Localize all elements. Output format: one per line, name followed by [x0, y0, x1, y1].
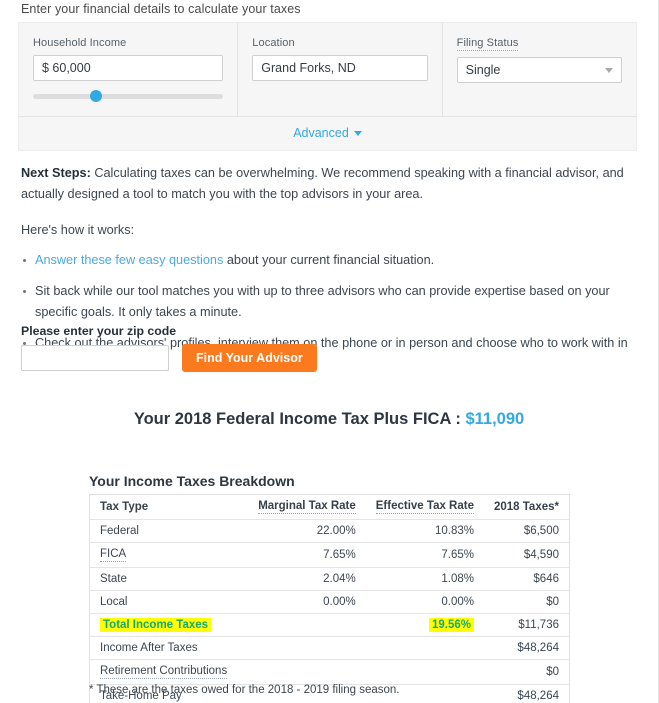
- cell-tax-type: Income After Taxes: [89, 636, 249, 660]
- page-intro-text: Enter your financial details to calculat…: [21, 2, 301, 16]
- cell-taxes: $0: [483, 659, 570, 685]
- list-item: Sit back while our tool matches you with…: [21, 281, 633, 323]
- cell-taxes: $48,264: [517, 690, 559, 702]
- filing-status-value: Single: [465, 63, 501, 77]
- income-taxes-breakdown-table: Tax Type Marginal Tax Rate Effective Tax…: [89, 494, 570, 703]
- next-steps-label: Next Steps:: [21, 166, 91, 180]
- step-text: about your current financial situation.: [223, 253, 435, 267]
- table-row: Income After Taxes $48,264: [89, 636, 570, 660]
- cell-marginal: 0.00%: [248, 590, 366, 614]
- cell-marginal: [248, 636, 366, 660]
- chevron-down-icon: [605, 68, 613, 73]
- cell-tax-type: Total Income Taxes: [89, 613, 249, 637]
- cell-effective: 7.65%: [365, 542, 484, 568]
- table-row: State 2.04% 1.08% $646: [89, 567, 570, 591]
- cell-taxes: $0: [483, 590, 570, 614]
- calculator-panel: Household Income $ 60,000 Location Grand…: [18, 22, 637, 151]
- effective-rate-highlight: 19.56%: [428, 618, 474, 632]
- table-footnote: * These are the taxes owed for the 2018 …: [89, 684, 400, 696]
- location-label: Location: [252, 37, 295, 49]
- table-head: Tax Type Marginal Tax Rate Effective Tax…: [89, 494, 570, 520]
- col-header-tax-type: Tax Type: [89, 494, 249, 520]
- total-income-taxes-highlight: Total Income Taxes: [100, 618, 212, 632]
- slider-thumb[interactable]: [89, 90, 102, 102]
- cell-tax-type: State: [89, 567, 249, 591]
- headline-amount: $11,090: [465, 410, 525, 428]
- cell-marginal: [248, 659, 366, 685]
- cell-effective: [365, 659, 484, 685]
- cell-tax-type: Retirement Contributions: [89, 659, 249, 685]
- cell-tax-type: FICA: [89, 542, 249, 568]
- cell-effective: 19.56%: [365, 613, 484, 637]
- find-your-advisor-button[interactable]: Find Your Advisor: [182, 344, 317, 372]
- cell-effective: [365, 636, 484, 660]
- cell-taxes: $11,736: [483, 613, 570, 637]
- table-row: FICA 7.65% 7.65% $4,590: [89, 542, 570, 568]
- cell-marginal: 22.00%: [248, 519, 366, 543]
- cell-marginal: 7.65%: [248, 542, 366, 568]
- cell-taxes: $646: [483, 567, 570, 591]
- table-row: Retirement Contributions $0: [89, 659, 570, 685]
- cell-tax-type: Local: [89, 590, 249, 614]
- location-field-group: Location Grand Forks, ND: [238, 23, 443, 116]
- slider-track[interactable]: [33, 94, 224, 99]
- easy-questions-link[interactable]: Answer these few easy questions: [35, 253, 223, 267]
- col-header-effective-rate-text: Effective Tax Rate: [375, 500, 474, 514]
- col-header-marginal-rate-text: Marginal Tax Rate: [258, 500, 356, 514]
- cell-effective: 10.83%: [365, 519, 484, 543]
- table-body: Federal 22.00% 10.83% $6,500 FICA 7.65% …: [89, 519, 570, 703]
- next-steps-paragraph: Next Steps: Calculating taxes can be ove…: [21, 163, 633, 205]
- next-steps-body: Calculating taxes can be overwhelming. W…: [21, 166, 624, 201]
- cell-marginal: 2.04%: [248, 567, 366, 591]
- col-header-effective-rate: Effective Tax Rate: [365, 494, 484, 520]
- table-row: Federal 22.00% 10.83% $6,500: [89, 519, 570, 543]
- page-title: Your 2018 Federal Income Tax Plus FICA :…: [0, 410, 658, 429]
- cell-effective: 0.00%: [365, 590, 484, 614]
- headline-text: Your 2018 Federal Income Tax Plus FICA :: [133, 410, 466, 428]
- table-row-total: Total Income Taxes 19.56% $11,736: [89, 613, 570, 637]
- household-income-slider[interactable]: [33, 90, 224, 102]
- filing-status-label: Filing Status: [456, 37, 519, 51]
- household-income-input[interactable]: $ 60,000: [33, 55, 224, 81]
- cell-taxes: $6,500: [483, 519, 570, 543]
- zip-code-input[interactable]: [21, 345, 169, 371]
- filing-status-select[interactable]: Single: [456, 57, 622, 83]
- step-text: Sit back while our tool matches you with…: [35, 284, 610, 319]
- household-income-field-group: Household Income $ 60,000: [19, 23, 239, 116]
- tax-calculator-page: Enter your financial details to calculat…: [0, 0, 659, 703]
- cell-tax-type-text: FICA: [100, 548, 127, 562]
- cell-effective: 1.08%: [365, 567, 484, 591]
- cell-marginal: [248, 613, 366, 637]
- chevron-down-icon: [353, 130, 362, 136]
- breakdown-title: Your Income Taxes Breakdown: [89, 473, 295, 489]
- col-header-taxes: 2018 Taxes*: [483, 494, 570, 520]
- zip-code-label: Please enter your zip code: [21, 324, 177, 338]
- calculator-fields-row: Household Income $ 60,000 Location Grand…: [19, 23, 636, 116]
- advanced-label: Advanced: [293, 126, 349, 140]
- cell-taxes: $4,590: [483, 542, 570, 568]
- household-income-label: Household Income: [33, 37, 127, 49]
- col-header-marginal-rate: Marginal Tax Rate: [248, 494, 366, 520]
- location-input[interactable]: Grand Forks, ND: [252, 55, 428, 81]
- cell-tax-type: Federal: [89, 519, 249, 543]
- cell-taxes: $48,264: [483, 636, 570, 660]
- filing-status-field-group: Filing Status Single: [443, 23, 636, 116]
- list-item: Answer these few easy questions about yo…: [21, 250, 633, 271]
- advanced-toggle[interactable]: Advanced: [293, 126, 362, 140]
- how-it-works-text: Here's how it works:: [21, 223, 135, 237]
- advanced-bar: Advanced: [19, 116, 636, 150]
- cell-tax-type-text: Retirement Contributions: [100, 665, 228, 679]
- table-row: Local 0.00% 0.00% $0: [89, 590, 570, 614]
- table-header-row: Tax Type Marginal Tax Rate Effective Tax…: [89, 494, 570, 520]
